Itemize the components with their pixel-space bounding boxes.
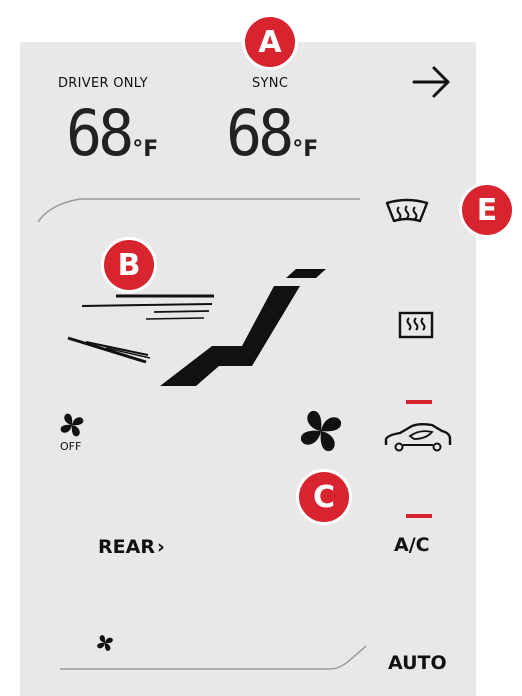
right-temperature[interactable]: 68 °F bbox=[226, 97, 319, 171]
arrow-right-icon[interactable] bbox=[408, 64, 456, 100]
fan-off-label: OFF bbox=[60, 440, 82, 453]
callout-b: B bbox=[104, 240, 154, 290]
driver-only-label[interactable]: DRIVER ONLY bbox=[58, 76, 148, 91]
recirculation-car-icon[interactable] bbox=[382, 417, 454, 455]
left-temp-value: 68 bbox=[66, 97, 134, 171]
fan-off-icon[interactable] bbox=[59, 412, 85, 438]
airflow-mode-icon[interactable] bbox=[64, 264, 334, 394]
rear-button[interactable]: REAR › bbox=[98, 536, 165, 558]
callout-e: E bbox=[462, 185, 512, 235]
left-temp-unit: °F bbox=[132, 137, 159, 162]
recirculation-indicator bbox=[406, 400, 432, 404]
right-temp-unit: °F bbox=[292, 137, 319, 162]
callout-a: A bbox=[245, 17, 295, 67]
climate-control-panel: DRIVER ONLY SYNC 68 °F 68 °F OFF A/C REA… bbox=[20, 42, 476, 696]
rear-label: REAR bbox=[98, 536, 155, 558]
fan-speed-icon[interactable] bbox=[298, 408, 344, 454]
ac-indicator bbox=[406, 514, 432, 518]
callout-c: C bbox=[299, 472, 349, 522]
chevron-right-icon: › bbox=[156, 536, 165, 558]
auto-button[interactable]: AUTO bbox=[388, 652, 447, 674]
sync-label[interactable]: SYNC bbox=[252, 76, 288, 91]
bottom-divider bbox=[60, 645, 367, 670]
right-temp-value: 68 bbox=[226, 97, 294, 171]
ac-button[interactable]: A/C bbox=[394, 534, 430, 556]
rear-defrost-icon[interactable] bbox=[398, 310, 434, 340]
windshield-defrost-icon[interactable] bbox=[382, 197, 432, 227]
left-temperature[interactable]: 68 °F bbox=[66, 97, 159, 171]
top-divider bbox=[37, 198, 360, 223]
